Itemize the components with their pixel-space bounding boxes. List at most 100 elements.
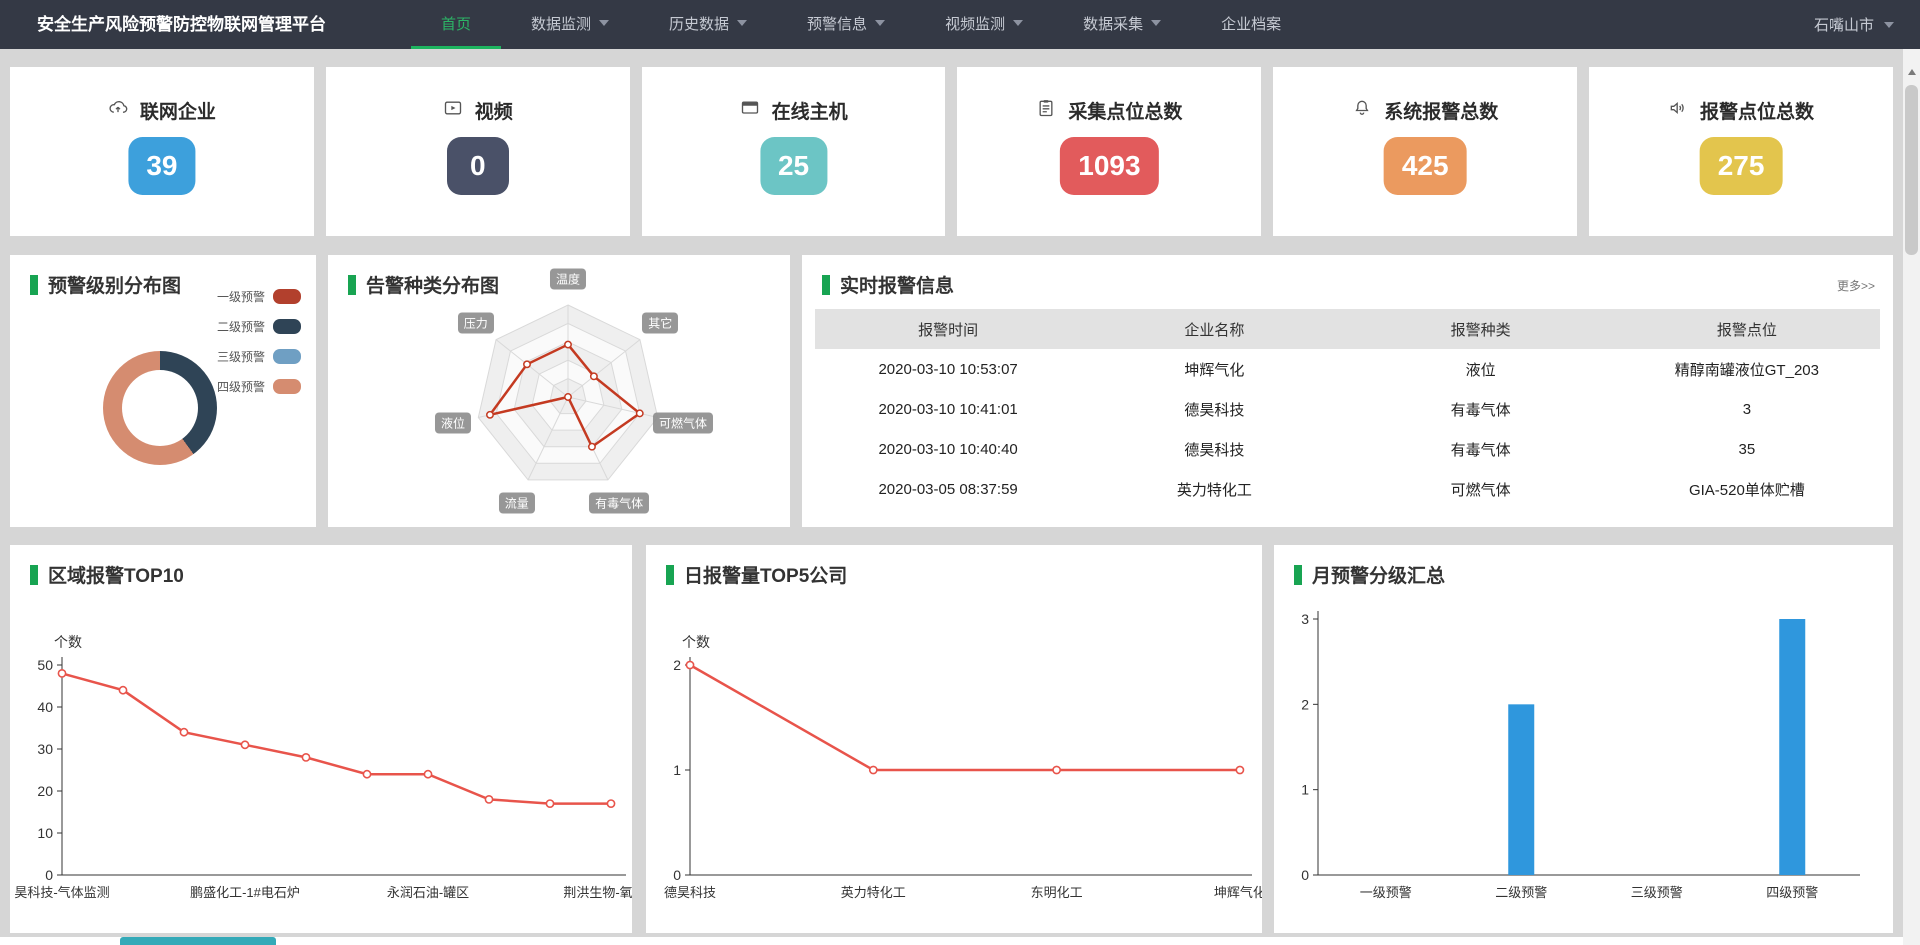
alerts-table-body: 2020-03-10 10:53:07坤辉气化液位精醇南罐液位GT_203202… [815,349,1880,509]
clipboard-icon [1036,98,1056,123]
legend-swatch [273,349,301,364]
legend-swatch [273,379,301,394]
stat-value-badge: 1093 [1060,137,1158,195]
nav-item-label: 首页 [441,13,471,34]
green-bar-icon [30,565,38,585]
table-cell: 35 [1614,441,1880,458]
scroll-up-icon[interactable] [1903,63,1920,81]
stat-label: 系统报警总数 [1384,97,1498,124]
svg-text:英力特化工: 英力特化工 [841,885,906,900]
more-link[interactable]: 更多>> [1837,277,1875,294]
stat-value-badge: 0 [447,137,509,195]
svg-text:个数: 个数 [54,634,82,650]
stat-label: 视频 [475,97,513,124]
panel-title-text: 月预警分级汇总 [1312,561,1445,588]
nav-item[interactable]: 首页 [411,0,501,49]
svg-text:坤辉气化: 坤辉气化 [1214,885,1262,900]
table-cell: 有毒气体 [1348,439,1614,460]
nav-item[interactable]: 数据监测 [501,0,639,49]
nav-item[interactable]: 企业档案 [1191,0,1311,49]
alerts-column-header: 企业名称 [1081,319,1347,340]
green-bar-icon [1294,565,1302,585]
table-row: 2020-03-10 10:41:01德昊科技有毒气体3 [815,389,1880,429]
radar-axis-label: 有毒气体 [589,493,649,514]
alerts-column-header: 报警时间 [815,319,1081,340]
legend-item[interactable]: 二级预警 [217,318,301,335]
svg-text:3: 3 [1301,611,1309,627]
stat-label: 报警点位总数 [1700,97,1814,124]
nav-item[interactable]: 历史数据 [639,0,777,49]
chevron-down-icon [1013,20,1023,26]
panel-title: 告警种类分布图 [348,271,499,298]
chevron-down-icon [1884,22,1894,28]
stat-card: 视频 0 [326,67,630,236]
donut-hole [122,370,198,446]
footer-strip [0,937,1920,945]
legend-item[interactable]: 四级预警 [217,378,301,395]
svg-text:0: 0 [1301,867,1309,883]
donut-chart [103,351,217,465]
panel-title: 预警级别分布图 [30,271,181,298]
line-chart-daily-top5: 012个数德昊科技英力特化工东明化工坤辉气化 [646,545,1262,933]
nav-item-label: 预警信息 [807,13,867,34]
svg-text:0: 0 [673,867,681,883]
table-cell: 坤辉气化 [1081,359,1347,380]
scrollbar-thumb[interactable] [1905,85,1918,255]
table-row: 2020-03-10 10:53:07坤辉气化液位精醇南罐液位GT_203 [815,349,1880,389]
table-cell: 可燃气体 [1348,479,1614,500]
nav-item[interactable]: 视频监测 [915,0,1053,49]
svg-text:德昊科技: 德昊科技 [664,885,716,900]
svg-text:1: 1 [1301,782,1309,798]
nav-item-label: 数据采集 [1083,13,1143,34]
panel-alarm-type-radar: 告警种类分布图 温度其它可燃气体有毒气体流量液位压力 [328,255,790,527]
cloud-upload-icon [108,98,128,123]
alerts-column-header: 报警种类 [1348,319,1614,340]
table-cell: 有毒气体 [1348,399,1614,420]
footer-partial-element [120,937,276,945]
panel-monthly-warning-summary: 月预警分级汇总 0123一级预警二级预警三级预警四级预警 [1274,545,1893,933]
panel-title-text: 告警种类分布图 [366,271,499,298]
panel-title: 日报警量TOP5公司 [666,561,847,588]
stat-label: 采集点位总数 [1068,97,1182,124]
region-label: 石嘴山市 [1814,14,1874,35]
svg-text:20: 20 [37,783,53,799]
svg-text:荆洪生物-氧化反: 荆洪生物-氧化反 [563,885,632,900]
table-cell: 英力特化工 [1081,479,1347,500]
table-cell: 精醇南罐液位GT_203 [1614,359,1880,380]
svg-text:二级预警: 二级预警 [1495,885,1547,900]
stat-value-badge: 275 [1700,137,1783,195]
svg-text:0: 0 [45,867,53,883]
table-cell: 2020-03-10 10:40:40 [815,441,1081,458]
region-selector[interactable]: 石嘴山市 [1814,0,1894,49]
stat-card: 报警点位总数 275 [1589,67,1893,236]
legend-item[interactable]: 一级预警 [217,288,301,305]
nav-item-label: 企业档案 [1221,13,1281,34]
nav-item[interactable]: 预警信息 [777,0,915,49]
page-scrollbar[interactable] [1903,49,1920,945]
table-cell: 2020-03-10 10:53:07 [815,361,1081,378]
table-cell: 德昊科技 [1081,439,1347,460]
legend-item[interactable]: 三级预警 [217,348,301,365]
svg-text:一级预警: 一级预警 [1360,885,1412,900]
panel-title-text: 区域报警TOP10 [48,561,184,588]
svg-text:30: 30 [37,741,53,757]
nav-item-label: 数据监测 [531,13,591,34]
stat-card: 在线主机25 [642,67,946,236]
radar-axis-label: 其它 [642,313,678,334]
table-cell: 2020-03-10 10:41:01 [815,401,1081,418]
svg-text:2: 2 [1301,696,1309,712]
alerts-column-header: 报警点位 [1614,319,1880,340]
table-cell: 2020-03-05 08:37:59 [815,481,1081,498]
stat-card: 采集点位总数 1093 [957,67,1261,236]
svg-text:永润石油-罐区: 永润石油-罐区 [387,885,469,900]
panel-title: 实时报警信息 [822,271,954,298]
table-cell: GIA-520单体贮槽 [1614,479,1880,500]
chevron-down-icon [599,20,609,26]
legend-swatch [273,319,301,334]
dashboard-page: 安全生产风险预警防控物联网管理平台 首页数据监测历史数据预警信息视频监测数据采集… [0,0,1920,945]
svg-text:40: 40 [37,699,53,715]
table-row: 2020-03-05 08:37:59英力特化工可燃气体GIA-520单体贮槽 [815,469,1880,509]
table-row: 2020-03-10 10:40:40德昊科技有毒气体35 [815,429,1880,469]
svg-text:50: 50 [37,657,53,673]
nav-item[interactable]: 数据采集 [1053,0,1191,49]
